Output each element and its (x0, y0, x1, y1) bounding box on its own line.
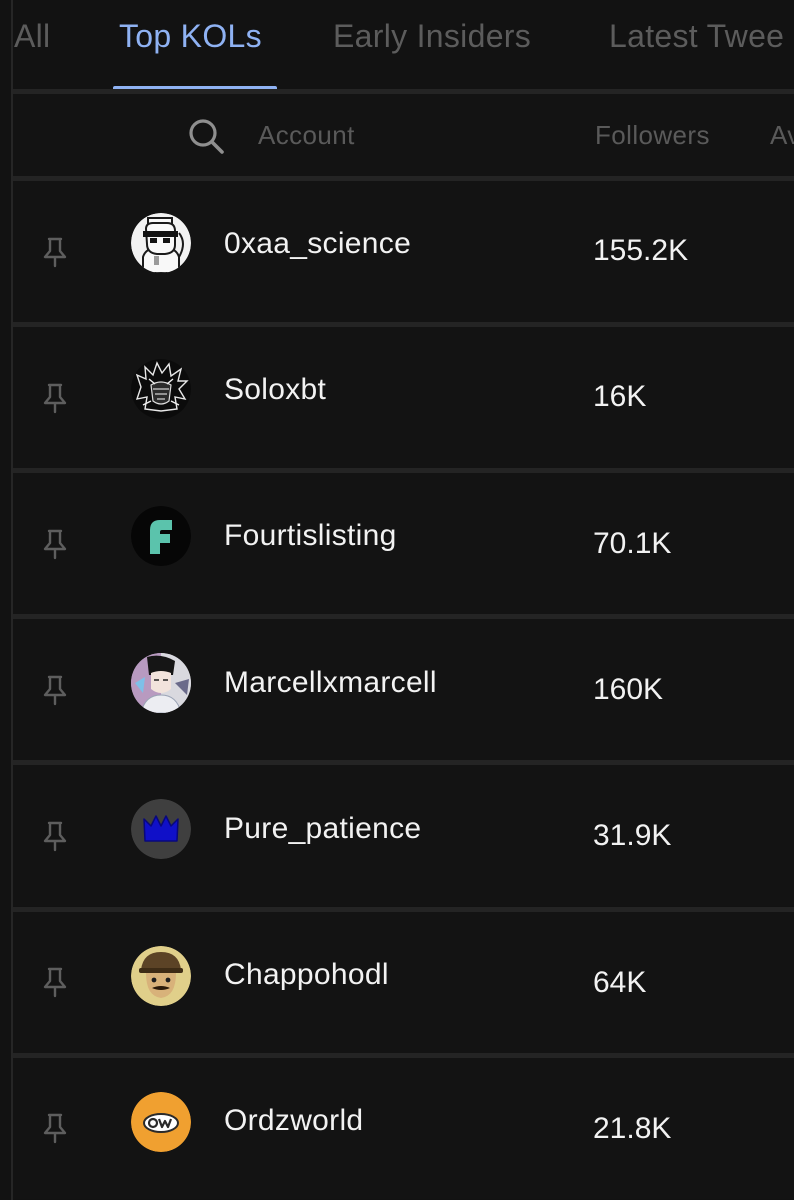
account-name[interactable]: Marcellxmarcell (224, 663, 437, 703)
follower-count: 21.8K (593, 1112, 672, 1145)
account-name[interactable]: Fourtislisting (224, 516, 397, 556)
tab-latest-tweets[interactable]: Latest Twee (609, 14, 784, 58)
account-name[interactable]: Soloxbt (224, 370, 326, 410)
followers-column-header[interactable]: Followers (595, 116, 710, 154)
pin-icon[interactable] (41, 820, 69, 852)
table-row[interactable] (13, 1058, 794, 1199)
account-name[interactable]: Ordzworld (224, 1101, 363, 1141)
avatar[interactable] (131, 653, 191, 713)
account-name[interactable]: 0xaa_science (224, 224, 411, 264)
table-row[interactable] (13, 327, 794, 468)
follower-count: 70.1K (593, 527, 672, 560)
follower-count: 155.2K (593, 234, 689, 267)
pin-icon[interactable] (41, 382, 69, 414)
next-column-header[interactable]: Av (770, 116, 794, 154)
follower-count: 160K (593, 673, 664, 706)
pin-icon[interactable] (41, 966, 69, 998)
tab-top-kols[interactable]: Top KOLs (119, 14, 262, 58)
follower-count: 16K (593, 380, 647, 413)
avatar[interactable] (131, 946, 191, 1006)
tab-all[interactable]: All (14, 14, 50, 58)
tab-bar: All Top KOLs Early Insiders Latest Twee (0, 0, 794, 91)
avatar[interactable] (131, 213, 191, 273)
search-icon[interactable] (186, 116, 226, 156)
avatar[interactable] (131, 1092, 191, 1152)
pin-icon[interactable] (41, 674, 69, 706)
tab-early-insiders[interactable]: Early Insiders (333, 14, 531, 58)
follower-count: 64K (593, 966, 647, 999)
pin-icon[interactable] (41, 1112, 69, 1144)
avatar[interactable] (131, 799, 191, 859)
pin-icon[interactable] (41, 236, 69, 268)
follower-count: 31.9K (593, 819, 672, 852)
avatar[interactable] (131, 506, 191, 566)
account-column-header[interactable]: Account (258, 116, 355, 154)
table-row[interactable] (13, 912, 794, 1053)
pin-icon[interactable] (41, 528, 69, 560)
kol-list-screen: All Top KOLs Early Insiders Latest Twee … (0, 0, 794, 1200)
account-name[interactable]: Chappohodl (224, 955, 389, 995)
table-row[interactable] (13, 473, 794, 614)
avatar[interactable] (131, 359, 191, 419)
account-name[interactable]: Pure_patience (224, 809, 421, 849)
